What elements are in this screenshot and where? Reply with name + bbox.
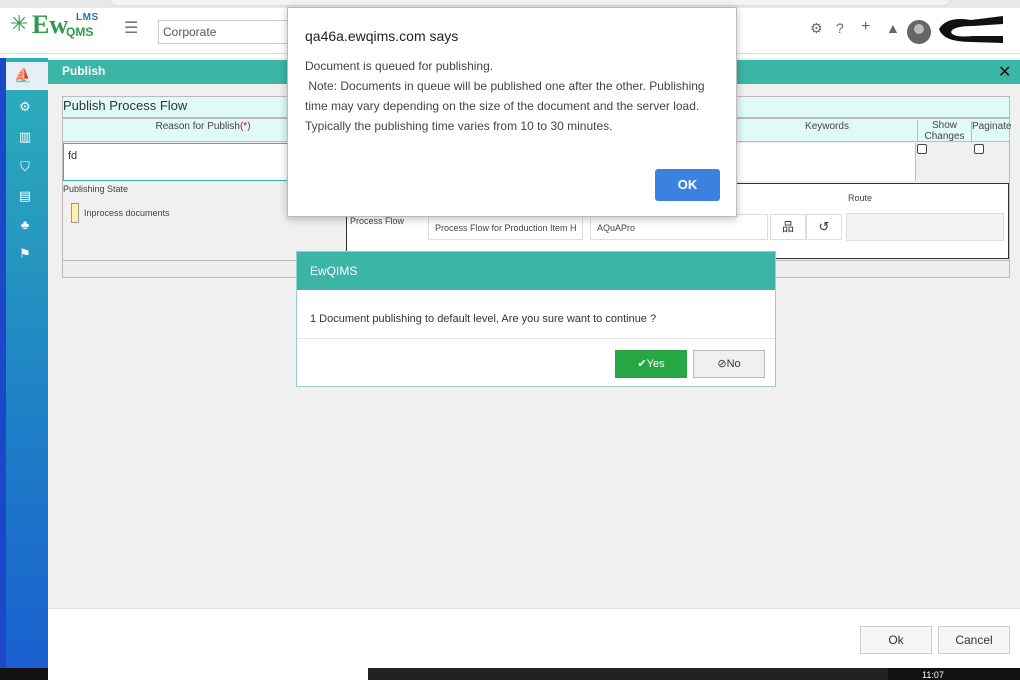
sidebar-building-icon[interactable]: ▥ — [16, 128, 34, 146]
logo-ew-text: Ew — [32, 10, 69, 39]
settings-gear-icon[interactable]: ⚙ — [810, 20, 823, 37]
hamburger-menu-icon[interactable]: ☰ — [124, 18, 138, 38]
sidebar-item-home[interactable]: ⛵ — [6, 62, 48, 90]
yes-button[interactable]: ✔Yes — [615, 350, 687, 378]
ewqims-logo[interactable]: ✳ Ew LMS QMS — [10, 10, 110, 40]
publish-title: Publish — [62, 64, 106, 78]
no-button[interactable]: ⊘No — [693, 350, 765, 378]
route-cell — [846, 213, 1004, 241]
show-changes-header: Show Changes — [917, 120, 971, 142]
ok-button[interactable]: Ok — [860, 626, 932, 654]
route-header: Route — [848, 193, 873, 203]
inprocess-color-swatch — [71, 203, 79, 223]
logo-qms-text: QMS — [66, 25, 94, 39]
keywords-input[interactable] — [736, 143, 916, 181]
sidebar-office-icon[interactable]: ▤ — [16, 187, 34, 205]
sidebar-settings-icon[interactable]: ⚙ — [16, 98, 34, 116]
company-brand-logo — [939, 16, 1003, 43]
alert-ok-button[interactable]: OK — [655, 169, 720, 201]
undo-icon[interactable]: ↺ — [806, 214, 842, 240]
process-flow-label: Process Flow — [350, 216, 405, 226]
taskbar-clock: 11:07 — [922, 670, 944, 680]
alert-message: Document is queued for publishing. Note:… — [305, 56, 725, 136]
process-flow-field[interactable]: Process Flow for Production Item H — [428, 214, 583, 240]
home-sail-icon: ⛵ — [14, 67, 32, 83]
show-changes-checkbox[interactable] — [917, 144, 927, 154]
alert-line-1: Document is queued for publishing. — [305, 59, 494, 73]
logo-lms-text: LMS — [76, 12, 99, 23]
sidebar-flag-icon[interactable]: ⚑ — [16, 245, 34, 263]
os-taskbar — [0, 668, 1020, 680]
help-icon[interactable]: ? — [836, 20, 844, 36]
reason-input[interactable]: fd — [63, 143, 313, 181]
add-icon[interactable]: + — [861, 18, 870, 36]
cancel-button[interactable]: Cancel — [938, 626, 1010, 654]
flow-title: Publish Process Flow — [63, 98, 188, 113]
sidebar-shield-icon[interactable]: ⛉ — [16, 158, 34, 176]
publishing-state-label: Publishing State — [63, 184, 129, 194]
confirm-dialog-header — [297, 252, 775, 290]
alert-line-2: Note: Documents in queue will be publish… — [305, 79, 708, 133]
inprocess-legend: Inprocess documents — [84, 208, 170, 218]
unit-selector[interactable]: Corporate — [158, 20, 288, 44]
sidebar-network-icon[interactable]: ♣ — [16, 216, 34, 234]
ban-icon: ⊘ — [717, 358, 727, 370]
logo-star-icon: ✳ — [10, 12, 29, 37]
check-circle-icon: ✔ — [637, 358, 647, 370]
confirm-dialog-message: 1 Document publishing to default level, … — [310, 313, 657, 325]
left-sidebar: ⛵ ⚙ ▥ ⛉ ▤ ♣ ⚑ — [0, 58, 48, 670]
alert-origin: qa46a.ewqims.com says — [305, 28, 459, 44]
hierarchy-icon[interactable]: 品 — [770, 214, 806, 240]
user-avatar[interactable] — [907, 20, 931, 44]
close-icon[interactable]: ✕ — [998, 62, 1011, 82]
keywords-header: Keywords — [805, 121, 849, 132]
notification-bell-icon[interactable]: ▲ — [886, 20, 900, 36]
divider — [297, 338, 775, 339]
confirm-dialog-title: EwQIMS — [310, 264, 358, 278]
paginate-header: Paginate — [971, 121, 1011, 143]
paginate-checkbox[interactable] — [974, 144, 984, 154]
assignee-field[interactable]: AQuAPro — [590, 214, 768, 240]
